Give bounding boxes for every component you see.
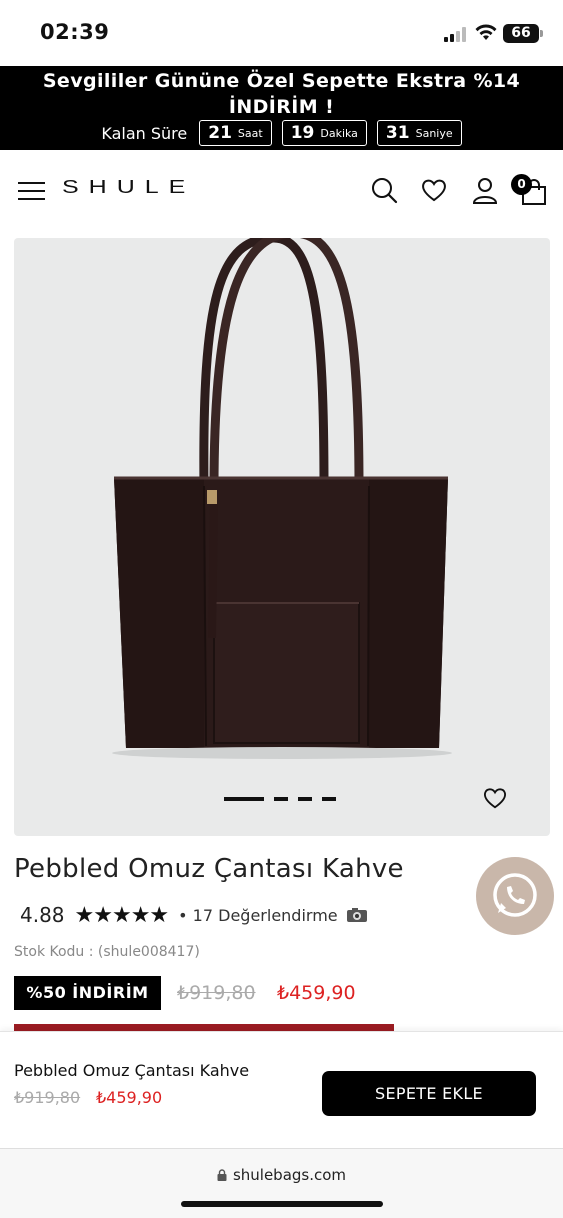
- rating-stars: ★★★★★: [74, 902, 170, 928]
- status-bar: 02:39 66: [0, 0, 563, 66]
- brand-logo[interactable]: SHULE: [62, 177, 195, 198]
- cart-count-badge: 0: [511, 174, 532, 195]
- countdown-hours-value: 21: [208, 123, 232, 143]
- home-indicator[interactable]: [181, 1201, 383, 1207]
- countdown-seconds: 31 Saniye: [376, 120, 462, 146]
- sticky-cart-bar: Pebbled Omuz Çantası Kahve ₺919,80 ₺459,…: [0, 1031, 563, 1148]
- user-icon[interactable]: [471, 176, 499, 204]
- menu-icon[interactable]: [18, 182, 45, 200]
- sticky-new-price: ₺459,90: [96, 1088, 163, 1107]
- progress-bar: [14, 1024, 394, 1031]
- product-sku: Stok Kodu : (shule008417): [14, 944, 200, 960]
- gallery-pagination[interactable]: [224, 797, 336, 801]
- old-price: ₺919,80: [177, 982, 256, 1004]
- gallery-dot-2[interactable]: [274, 797, 288, 801]
- sticky-old-price: ₺919,80: [14, 1088, 81, 1107]
- lock-icon: [217, 1169, 227, 1181]
- camera-icon: [346, 908, 367, 922]
- battery-indicator: 66: [503, 24, 543, 43]
- gallery-dot-1[interactable]: [224, 797, 264, 801]
- countdown-seconds-unit: Saniye: [415, 126, 453, 140]
- countdown-hours-unit: Saat: [237, 126, 263, 140]
- signal-icon: [444, 26, 470, 42]
- discount-badge: %50 İNDİRİM: [14, 976, 161, 1010]
- whatsapp-icon: [493, 873, 537, 917]
- status-time: 02:39: [40, 20, 110, 44]
- gallery-dot-3[interactable]: [298, 797, 312, 801]
- site-header: SHULE: [0, 150, 563, 232]
- countdown-minutes-value: 19: [290, 123, 315, 143]
- sticky-product-title: Pebbled Omuz Çantası Kahve: [14, 1061, 250, 1080]
- countdown-minutes-unit: Dakika: [320, 126, 358, 140]
- address-bar[interactable]: shulebags.com: [0, 1166, 563, 1184]
- wifi-icon: [475, 24, 497, 40]
- add-to-cart-button[interactable]: SEPETE EKLE: [322, 1071, 536, 1116]
- rating-row[interactable]: 4.88 ★★★★★ • 17 Değerlendirme: [20, 902, 368, 928]
- countdown-label: Kalan Süre: [101, 123, 188, 143]
- countdown-hours: 21 Saat: [199, 120, 272, 146]
- product-title: Pebbled Omuz Çantası Kahve: [14, 854, 404, 884]
- whatsapp-button[interactable]: [476, 857, 554, 935]
- countdown: Kalan Süre 21 Saat 19 Dakika 31 Saniye: [0, 120, 563, 146]
- product-image-gallery[interactable]: [14, 238, 550, 836]
- new-price: ₺459,90: [277, 982, 356, 1004]
- promo-banner[interactable]: Sevgililer Gününe Özel Sepette Ekstra %1…: [0, 66, 563, 150]
- rating-value: 4.88: [20, 903, 65, 927]
- product-image: [112, 238, 452, 759]
- gallery-dot-4[interactable]: [322, 797, 336, 801]
- countdown-seconds-value: 31: [385, 123, 410, 143]
- review-count[interactable]: • 17 Değerlendirme: [178, 906, 337, 925]
- url-text: shulebags.com: [232, 1166, 347, 1184]
- add-to-favorites-icon[interactable]: [482, 786, 508, 810]
- promo-title: Sevgililer Gününe Özel Sepette Ekstra %1…: [42, 70, 521, 118]
- countdown-minutes: 19 Dakika: [281, 120, 367, 146]
- search-icon[interactable]: [370, 176, 398, 204]
- heart-icon[interactable]: [420, 176, 448, 204]
- browser-toolbar: shulebags.com: [0, 1148, 563, 1218]
